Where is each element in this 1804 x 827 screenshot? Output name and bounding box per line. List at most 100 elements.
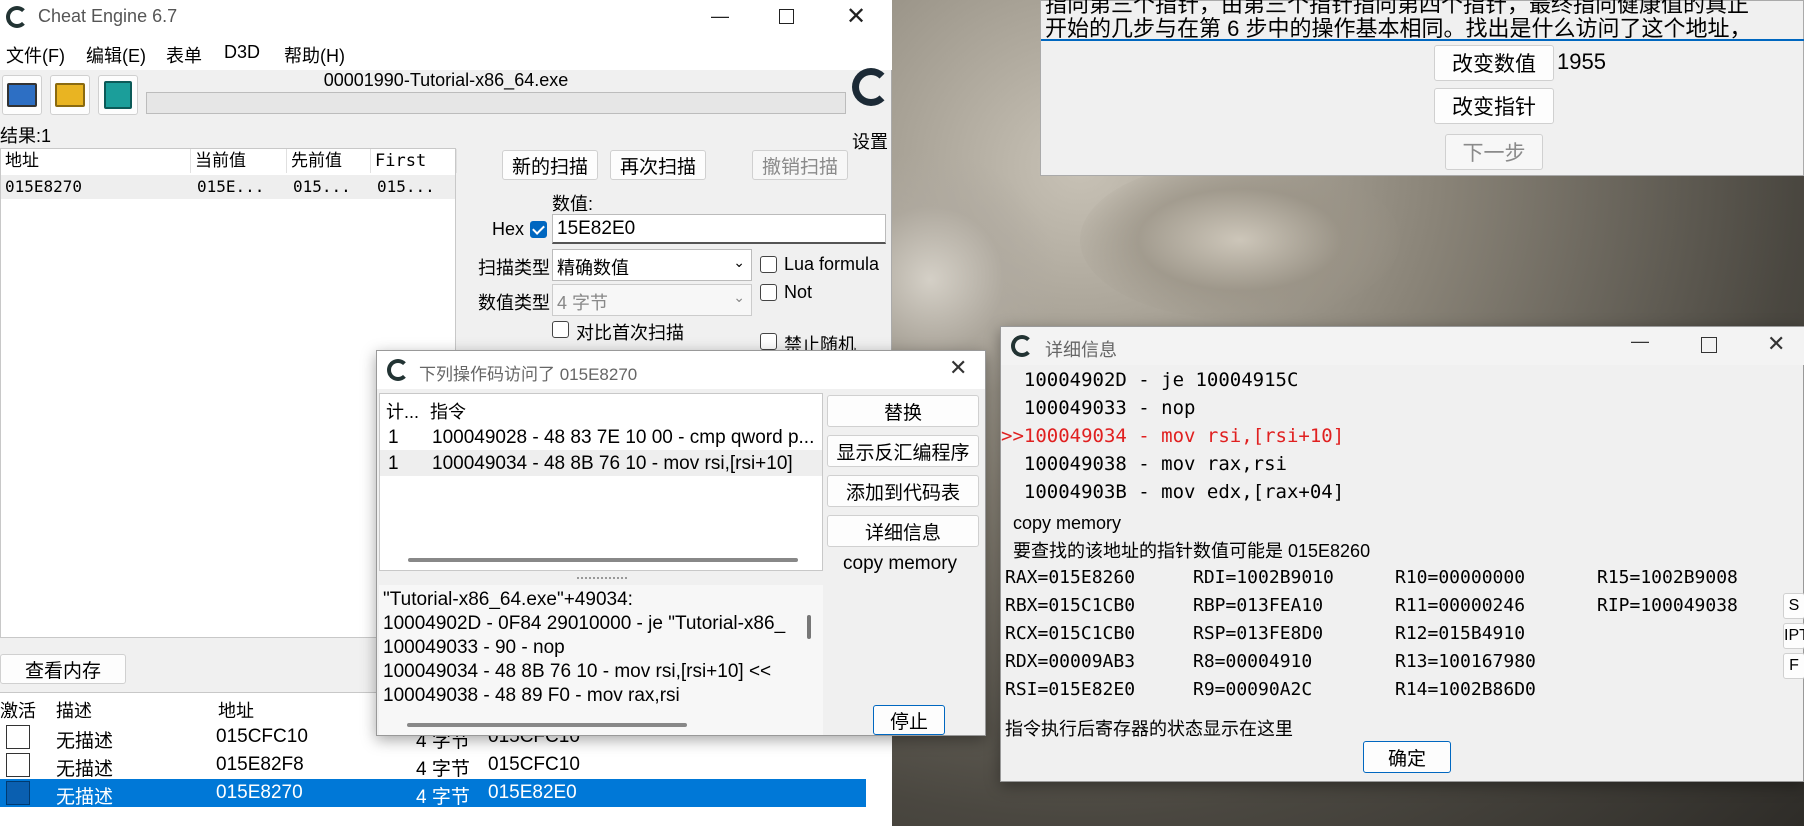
undo-scan-button[interactable]: 撤销扫描 (752, 150, 848, 180)
register[interactable]: RSP=013FE8D0 (1193, 623, 1323, 644)
next-scan-button[interactable]: 再次扫描 (610, 150, 706, 180)
register[interactable]: R8=00004910 (1193, 651, 1312, 672)
flags-ipt-button[interactable]: IPT (1783, 623, 1804, 649)
register[interactable]: R13=100167980 (1395, 651, 1536, 672)
stop-button[interactable]: 停止 (873, 705, 945, 735)
copy-memory-label[interactable]: copy memory (1013, 513, 1121, 534)
flags-s-button[interactable]: S (1783, 593, 1804, 619)
lua-formula-checkbox[interactable] (760, 256, 777, 273)
open-file-button[interactable] (50, 75, 90, 115)
title-bar: Cheat Engine 6.7 — ✕ (0, 0, 892, 34)
compare-first-checkbox[interactable] (552, 321, 569, 338)
menu-d3d[interactable]: D3D (224, 42, 260, 63)
minimize-icon[interactable]: — (694, 0, 746, 32)
code-line: 10004902D - je 10004915C (1001, 369, 1299, 391)
vertical-scrollbar[interactable] (807, 615, 811, 639)
more-info-button[interactable]: 详细信息 (827, 515, 979, 547)
register[interactable]: R12=015B4910 (1395, 623, 1525, 644)
table-header-active[interactable]: 激活 (0, 697, 36, 723)
code-line: 10004903B - mov edx,[rax+04] (1001, 481, 1345, 503)
chevron-down-icon: ⌄ (733, 254, 745, 270)
disasm-line: 100049038 - 48 89 F0 - mov rax,rsi (383, 685, 680, 706)
next-step-button[interactable]: 下一步 (1445, 134, 1543, 170)
add-to-codelist-button[interactable]: 添加到代码表 (827, 475, 979, 507)
row-instruction: 100049028 - 48 83 7E 10 00 - cmp qword p… (432, 427, 815, 448)
register[interactable]: R9=00090A2C (1193, 679, 1312, 700)
active-checkbox[interactable] (6, 753, 30, 777)
disasm-line: 10004902D - 0F84 29010000 - je "Tutorial… (383, 613, 786, 634)
change-pointer-button[interactable]: 改变指针 (1434, 88, 1554, 124)
register[interactable]: R11=00000246 (1395, 595, 1525, 616)
register[interactable]: RAX=015E8260 (1005, 567, 1135, 588)
register[interactable]: RIP=100049038 (1597, 595, 1738, 616)
table-header-description[interactable]: 描述 (56, 697, 92, 723)
col-instruction[interactable]: 指令 (430, 398, 466, 424)
splitter-handle[interactable] (577, 577, 627, 582)
menu-edit[interactable]: 编辑(E) (86, 42, 146, 68)
copy-memory-label[interactable]: copy memory (843, 553, 957, 575)
save-button[interactable] (98, 75, 138, 115)
ce-logo-icon[interactable] (852, 68, 892, 120)
register[interactable]: RDI=1002B9010 (1193, 567, 1334, 588)
details-window: 详细信息 — ✕ 10004902D - je 10004915C 100049… (1000, 326, 1804, 782)
code-line-highlighted: >>100049034 - mov rsi,[rsi+10] (1001, 425, 1345, 447)
cheat-engine-icon (6, 6, 28, 34)
register[interactable]: RSI=015E82E0 (1005, 679, 1135, 700)
instruction-row[interactable]: 1 100049028 - 48 83 7E 10 00 - cmp qword… (380, 424, 822, 450)
change-value-button[interactable]: 改变数值 (1434, 45, 1554, 81)
horizontal-scrollbar[interactable] (408, 558, 798, 562)
menu-table[interactable]: 表单 (166, 42, 202, 68)
table-header-address[interactable]: 地址 (218, 697, 254, 723)
active-checkbox[interactable] (6, 781, 30, 805)
register[interactable]: RBX=015C1CB0 (1005, 595, 1135, 616)
access-dialog: 下列操作码访问了 015E8270 ✕ 计... 指令 1 100049028 … (376, 350, 986, 736)
hex-checkbox[interactable] (530, 221, 547, 238)
scan-type-select[interactable]: 精确数值 ⌄ (552, 249, 752, 281)
register[interactable]: RBP=013FEA10 (1193, 595, 1323, 616)
row-value: 015E82E0 (488, 782, 577, 803)
instruction-row[interactable]: 1 100049034 - 48 8B 76 10 - mov rsi,[rsi… (380, 450, 822, 476)
view-memory-button[interactable]: 查看内存 (0, 654, 126, 684)
show-disassembler-button[interactable]: 显示反汇编程序 (827, 435, 979, 467)
replace-button[interactable]: 替换 (827, 395, 979, 427)
col-count[interactable]: 计... (386, 398, 419, 424)
maximize-icon[interactable] (760, 0, 812, 32)
menu-file[interactable]: 文件(F) (6, 42, 65, 68)
horizontal-scrollbar[interactable] (407, 723, 687, 727)
close-icon[interactable]: ✕ (949, 355, 967, 381)
table-row[interactable]: 无描述 015E82F8 4 字节 015CFC10 (0, 751, 866, 780)
not-checkbox[interactable] (760, 284, 777, 301)
register[interactable]: R14=1002B86D0 (1395, 679, 1536, 700)
computer-icon (7, 83, 37, 107)
disable-random-checkbox[interactable] (760, 333, 777, 350)
new-scan-button[interactable]: 新的扫描 (502, 150, 598, 180)
col-first[interactable]: First (371, 149, 457, 173)
table-row-selected[interactable]: 无描述 015E8270 4 字节 015E82E0 (0, 779, 866, 808)
register[interactable]: R10=00000000 (1395, 567, 1525, 588)
value-input[interactable]: 15E82E0 (552, 214, 886, 244)
pointer-hint: 要查找的该地址的指针数值可能是 015E8260 (1013, 541, 1371, 561)
disassembly-view[interactable]: "Tutorial-x86_64.exe"+49034: 10004902D -… (379, 585, 823, 735)
open-process-button[interactable] (2, 75, 42, 115)
minimize-icon[interactable]: — (1631, 331, 1649, 352)
register[interactable]: RCX=015C1CB0 (1005, 623, 1135, 644)
close-icon[interactable]: ✕ (830, 0, 882, 32)
row-count: 1 (388, 453, 399, 474)
ok-button[interactable]: 确定 (1363, 741, 1451, 773)
disasm-line: 100049033 - 90 - nop (383, 637, 565, 658)
settings-label[interactable]: 设置 (852, 128, 888, 154)
instruction-list[interactable]: 计... 指令 1 100049028 - 48 83 7E 10 00 - c… (379, 393, 823, 571)
active-checkbox[interactable] (6, 725, 30, 749)
col-address[interactable]: 地址 (1, 149, 191, 173)
close-icon[interactable]: ✕ (1767, 331, 1785, 357)
details-title-bar: 详细信息 — ✕ (1001, 327, 1804, 365)
register[interactable]: R15=1002B9008 (1597, 567, 1738, 588)
result-row[interactable]: 015E8270 015E... 015... 015... (1, 175, 455, 199)
flags-f-button[interactable]: F (1783, 653, 1804, 679)
menu-help[interactable]: 帮助(H) (284, 42, 345, 68)
value-type-select[interactable]: 4 字节 ⌄ (552, 284, 752, 316)
col-current[interactable]: 当前值 (191, 149, 287, 173)
maximize-icon[interactable] (1701, 337, 1717, 353)
register[interactable]: RDX=00009AB3 (1005, 651, 1135, 672)
col-previous[interactable]: 先前值 (287, 149, 371, 173)
